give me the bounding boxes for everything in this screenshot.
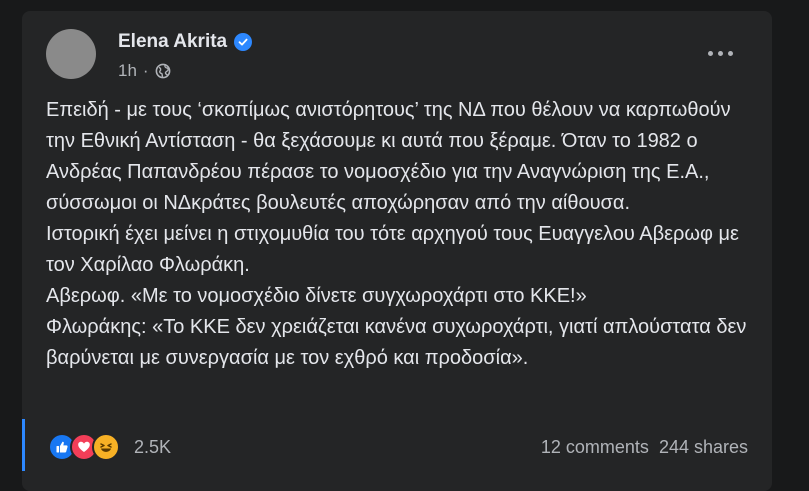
dot-icon bbox=[717, 50, 723, 56]
post-paragraph: Επειδή - με τους ‘σκοπίμως ανιστόρητους’… bbox=[46, 99, 731, 214]
reaction-count: 2.5K bbox=[134, 436, 172, 457]
comments-count-link[interactable]: 12 comments bbox=[541, 437, 649, 458]
haha-icon bbox=[92, 433, 120, 461]
post-paragraph: Φλωράκης: «Το ΚΚΕ δεν χρειάζεται κανένα … bbox=[46, 316, 747, 369]
reactions-summary[interactable]: 2.5K bbox=[48, 433, 171, 461]
meta-separator: · bbox=[142, 61, 149, 80]
post-meta: 1h · bbox=[118, 61, 171, 81]
avatar-photo-placeholder bbox=[46, 29, 96, 79]
post-timestamp[interactable]: 1h bbox=[118, 61, 137, 81]
dot-icon bbox=[727, 50, 733, 56]
avatar[interactable] bbox=[46, 29, 96, 79]
more-options-button[interactable] bbox=[698, 39, 742, 67]
post-paragraph: Ιστορική έχει μείνει η στιχομυθία του τό… bbox=[46, 223, 739, 276]
author-name-link[interactable]: Elena Akrita bbox=[118, 31, 253, 53]
verified-badge-icon bbox=[234, 33, 253, 51]
focus-indicator bbox=[22, 419, 25, 471]
shares-count-link[interactable]: 244 shares bbox=[659, 437, 748, 458]
author-name: Elena Akrita bbox=[118, 31, 228, 52]
post-body: Επειδή - με τους ‘σκοπίμως ανιστόρητους’… bbox=[46, 95, 752, 374]
globe-icon[interactable] bbox=[155, 63, 171, 79]
post-card: Elena Akrita 1h · Επειδή - με τους ‘σκοπ… bbox=[22, 11, 772, 491]
engagement-stats: 12 comments 244 shares bbox=[541, 437, 748, 458]
post-paragraph: Αβερωφ. «Με το νομοσχέδιο δίνετε συγχωρο… bbox=[46, 285, 587, 307]
dot-icon bbox=[707, 50, 713, 56]
